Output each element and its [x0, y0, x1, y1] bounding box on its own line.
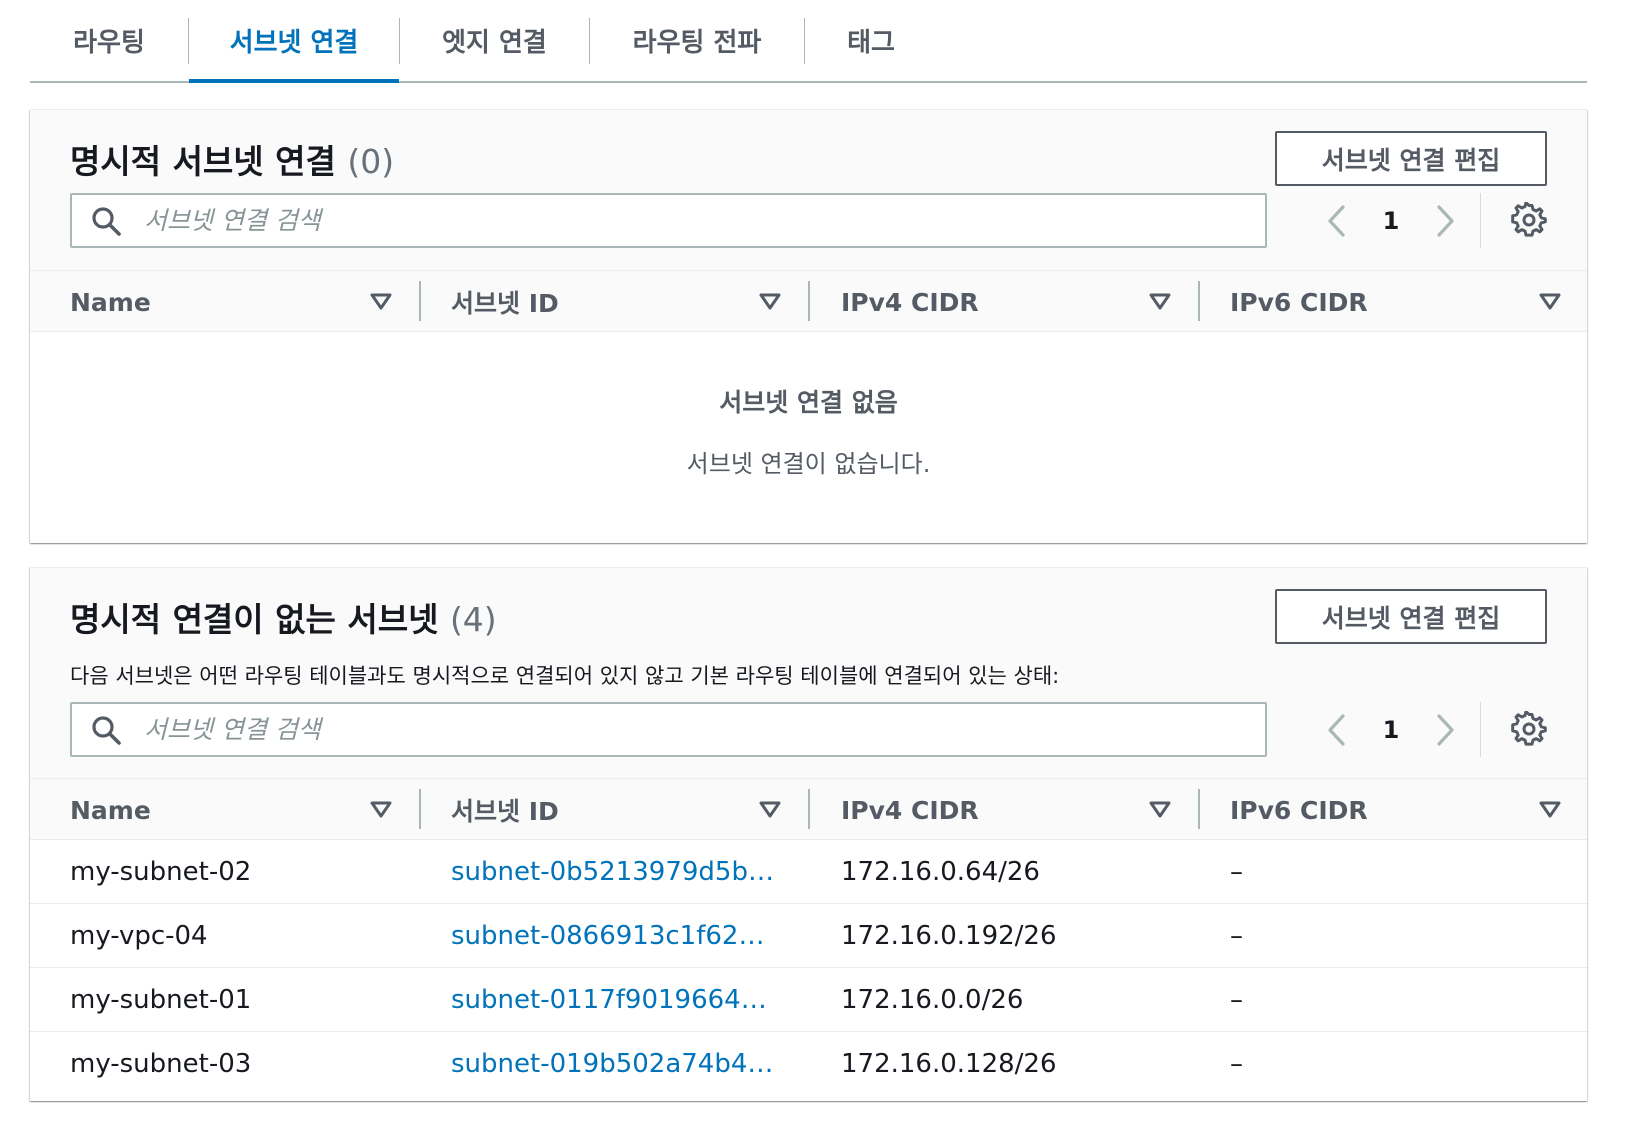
cell-ipv6-cidr: – [1230, 857, 1243, 887]
empty-state-title: 서브넷 연결 없음 [719, 388, 898, 417]
panel-title-text: 명시적 서브넷 연결 [70, 142, 336, 181]
column-header-name[interactable]: Name [70, 271, 151, 333]
search-icon [86, 201, 126, 241]
cell-ipv4-cidr: 172.16.0.192/26 [841, 921, 1057, 951]
chevron-left-icon[interactable] [1313, 706, 1361, 754]
table-row: my-subnet-01 subnet-0117f9019664… 172.16… [30, 968, 1587, 1032]
cell-name: my-vpc-04 [70, 921, 208, 951]
sort-caret-down-icon[interactable] [756, 288, 784, 316]
column-header-name[interactable]: Name [70, 779, 151, 841]
column-header-ipv4-cidr[interactable]: IPv4 CIDR [841, 271, 979, 333]
panel-description: 다음 서브넷은 어떤 라우팅 테이블과도 명시적으로 연결되어 있지 않고 기본… [70, 664, 1060, 688]
gear-icon[interactable] [1505, 196, 1553, 244]
search-box [70, 193, 1267, 248]
cell-subnet-id-link[interactable]: subnet-0b5213979d5b… [451, 840, 801, 904]
pagination: 1 [1313, 193, 1469, 248]
sort-caret-down-icon[interactable] [1146, 288, 1174, 316]
panel-title: 명시적 연결이 없는 서브넷 (4) [70, 593, 497, 641]
gear-icon[interactable] [1505, 705, 1553, 753]
tab-subnet-associations[interactable]: 서브넷 연결 [189, 0, 399, 83]
cell-ipv6-cidr: – [1230, 921, 1243, 951]
panel-title: 명시적 서브넷 연결 (0) [70, 135, 394, 183]
tab-bar: 라우팅 서브넷 연결 엣지 연결 라우팅 전파 태그 [30, 0, 1587, 83]
cell-ipv4-cidr: 172.16.0.128/26 [841, 1049, 1057, 1079]
subnets-without-explicit-associations-panel: 명시적 연결이 없는 서브넷 (4) 서브넷 연결 편집 다음 서브넷은 어떤 … [30, 567, 1587, 1101]
column-header-ipv6-cidr[interactable]: IPv6 CIDR [1230, 271, 1368, 333]
column-resizer[interactable] [808, 281, 810, 321]
page-number[interactable]: 1 [1361, 207, 1421, 235]
cell-subnet-id-link[interactable]: subnet-019b502a74b4… [451, 1032, 801, 1096]
explicit-subnet-associations-panel: 명시적 서브넷 연결 (0) 서브넷 연결 편집 1 [30, 109, 1587, 543]
column-resizer[interactable] [808, 789, 810, 829]
cell-name: my-subnet-01 [70, 985, 252, 1015]
pager-divider [1480, 702, 1481, 757]
page-number[interactable]: 1 [1361, 716, 1421, 744]
panel-title-count: (4) [449, 600, 497, 639]
panel-title-text: 명시적 연결이 없는 서브넷 [70, 600, 439, 639]
tab-tags[interactable]: 태그 [805, 0, 937, 81]
tab-route-propagation[interactable]: 라우팅 전파 [590, 0, 804, 81]
table-header: Name 서브넷 ID IPv4 CIDR IPv6 CIDR [30, 270, 1587, 332]
edit-subnet-associations-button[interactable]: 서브넷 연결 편집 [1275, 131, 1547, 186]
chevron-right-icon[interactable] [1421, 706, 1469, 754]
cell-subnet-id-link[interactable]: subnet-0866913c1f62… [451, 904, 801, 968]
table-row: my-subnet-03 subnet-019b502a74b4… 172.16… [30, 1032, 1587, 1096]
sort-caret-down-icon[interactable] [1146, 796, 1174, 824]
pager-divider [1480, 193, 1481, 248]
table-row: my-subnet-02 subnet-0b5213979d5b… 172.16… [30, 840, 1587, 904]
table-header: Name 서브넷 ID IPv4 CIDR IPv6 CIDR [30, 778, 1587, 840]
sort-caret-down-icon[interactable] [756, 796, 784, 824]
column-header-subnet-id[interactable]: 서브넷 ID [451, 779, 559, 841]
cell-subnet-id-link[interactable]: subnet-0117f9019664… [451, 968, 801, 1032]
sort-caret-down-icon[interactable] [367, 796, 395, 824]
tab-edge-associations[interactable]: 엣지 연결 [400, 0, 589, 81]
search-input[interactable] [126, 704, 1265, 755]
column-header-subnet-id[interactable]: 서브넷 ID [451, 271, 559, 333]
column-resizer[interactable] [419, 281, 421, 321]
panel-header: 명시적 서브넷 연결 (0) 서브넷 연결 편집 1 [30, 110, 1587, 270]
cell-ipv6-cidr: – [1230, 985, 1243, 1015]
pagination: 1 [1313, 702, 1469, 757]
column-resizer[interactable] [1198, 789, 1200, 829]
panel-title-count: (0) [347, 142, 395, 181]
chevron-right-icon[interactable] [1421, 197, 1469, 245]
sort-caret-down-icon[interactable] [1536, 796, 1564, 824]
column-resizer[interactable] [1198, 281, 1200, 321]
chevron-left-icon[interactable] [1313, 197, 1361, 245]
edit-subnet-associations-button[interactable]: 서브넷 연결 편집 [1275, 589, 1547, 644]
column-resizer[interactable] [419, 789, 421, 829]
sort-caret-down-icon[interactable] [1536, 288, 1564, 316]
cell-name: my-subnet-02 [70, 857, 252, 887]
search-icon [86, 710, 126, 750]
sort-caret-down-icon[interactable] [367, 288, 395, 316]
column-header-ipv6-cidr[interactable]: IPv6 CIDR [1230, 779, 1368, 841]
panel-header: 명시적 연결이 없는 서브넷 (4) 서브넷 연결 편집 다음 서브넷은 어떤 … [30, 568, 1587, 778]
cell-ipv4-cidr: 172.16.0.0/26 [841, 985, 1024, 1015]
empty-state-description: 서브넷 연결이 없습니다. [686, 450, 931, 478]
search-input[interactable] [126, 195, 1265, 246]
column-header-ipv4-cidr[interactable]: IPv4 CIDR [841, 779, 979, 841]
cell-ipv4-cidr: 172.16.0.64/26 [841, 857, 1040, 887]
tab-routing[interactable]: 라우팅 [30, 0, 188, 81]
cell-name: my-subnet-03 [70, 1049, 252, 1079]
search-box [70, 702, 1267, 757]
cell-ipv6-cidr: – [1230, 1049, 1243, 1079]
table-row: my-vpc-04 subnet-0866913c1f62… 172.16.0.… [30, 904, 1587, 968]
